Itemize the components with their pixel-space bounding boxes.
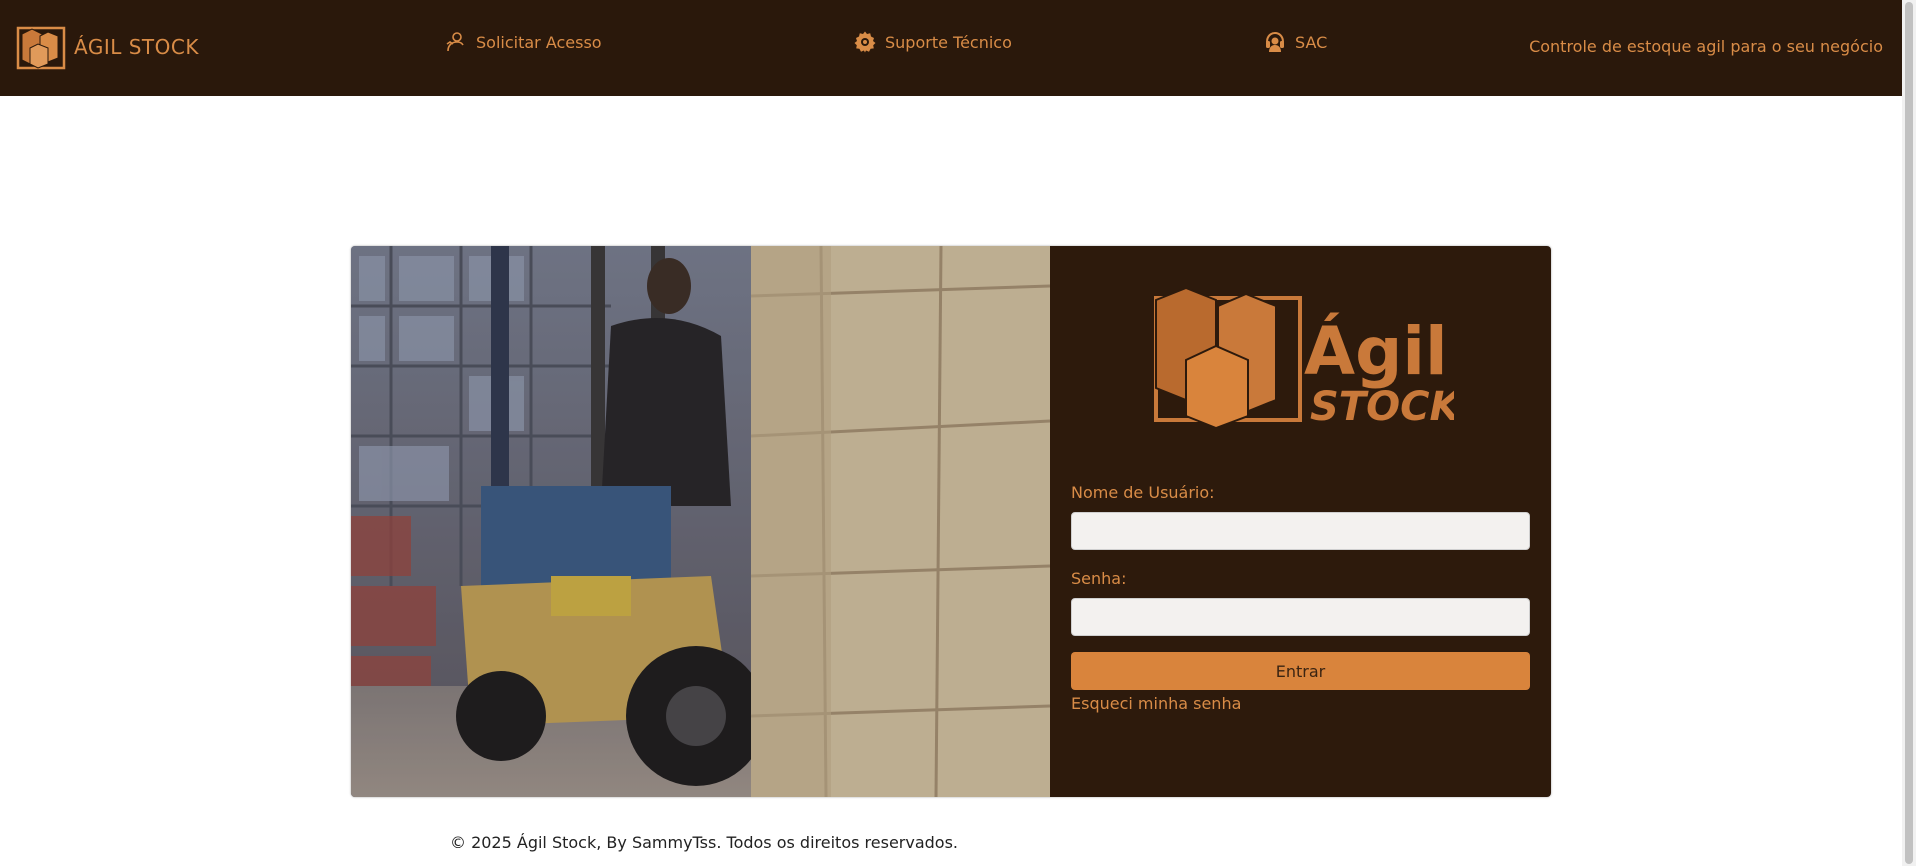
nav-suporte-tecnico[interactable]: Suporte Técnico (853, 30, 1012, 54)
brand-link[interactable]: ÁGIL STOCK (16, 24, 199, 70)
forgot-password-link[interactable]: Esqueci minha senha (1071, 694, 1241, 713)
footer-copyright: © 2025 Ágil Stock, By SammyTss. Todos os… (449, 833, 958, 852)
gear-icon (854, 31, 876, 53)
brand-name: ÁGIL STOCK (74, 35, 199, 59)
headset-icon (1266, 31, 1284, 52)
logo-word-agil: Ágil (1304, 312, 1448, 390)
password-input[interactable] (1071, 598, 1530, 636)
login-form-panel: Ágil STOCK Nome de Usuário: Senha: Entra… (1050, 246, 1551, 797)
login-card: Ágil STOCK Nome de Usuário: Senha: Entra… (351, 246, 1551, 797)
logo-word-stock: STOCK (1310, 384, 1454, 428)
boxes-logo-icon (16, 26, 66, 70)
login-submit-button[interactable]: Entrar (1071, 652, 1530, 690)
footer: © 2025 Ágil Stock, By SammyTss. Todos os… (0, 833, 1902, 852)
user-request-icon (446, 32, 464, 52)
nav-suporte-label: Suporte Técnico (885, 32, 1012, 52)
nav-sac[interactable]: SAC (1263, 30, 1327, 54)
username-label: Nome de Usuário: (1071, 483, 1215, 502)
page-scrollbar[interactable] (1902, 0, 1916, 866)
nav-solicitar-acesso[interactable]: Solicitar Acesso (444, 30, 602, 54)
password-label: Senha: (1071, 569, 1127, 588)
scrollbar-thumb[interactable] (1905, 2, 1913, 864)
agil-stock-logo-icon: Ágil STOCK (1154, 288, 1454, 428)
tagline: Controle de estoque agil para o seu negó… (1529, 37, 1883, 56)
top-navbar: ÁGIL STOCK Solicitar Acesso Suporte Técn… (0, 0, 1902, 96)
username-input[interactable] (1071, 512, 1530, 550)
nav-sac-label: SAC (1295, 32, 1328, 52)
nav-solicitar-label: Solicitar Acesso (476, 32, 602, 52)
warehouse-forklift-image (351, 246, 1050, 797)
